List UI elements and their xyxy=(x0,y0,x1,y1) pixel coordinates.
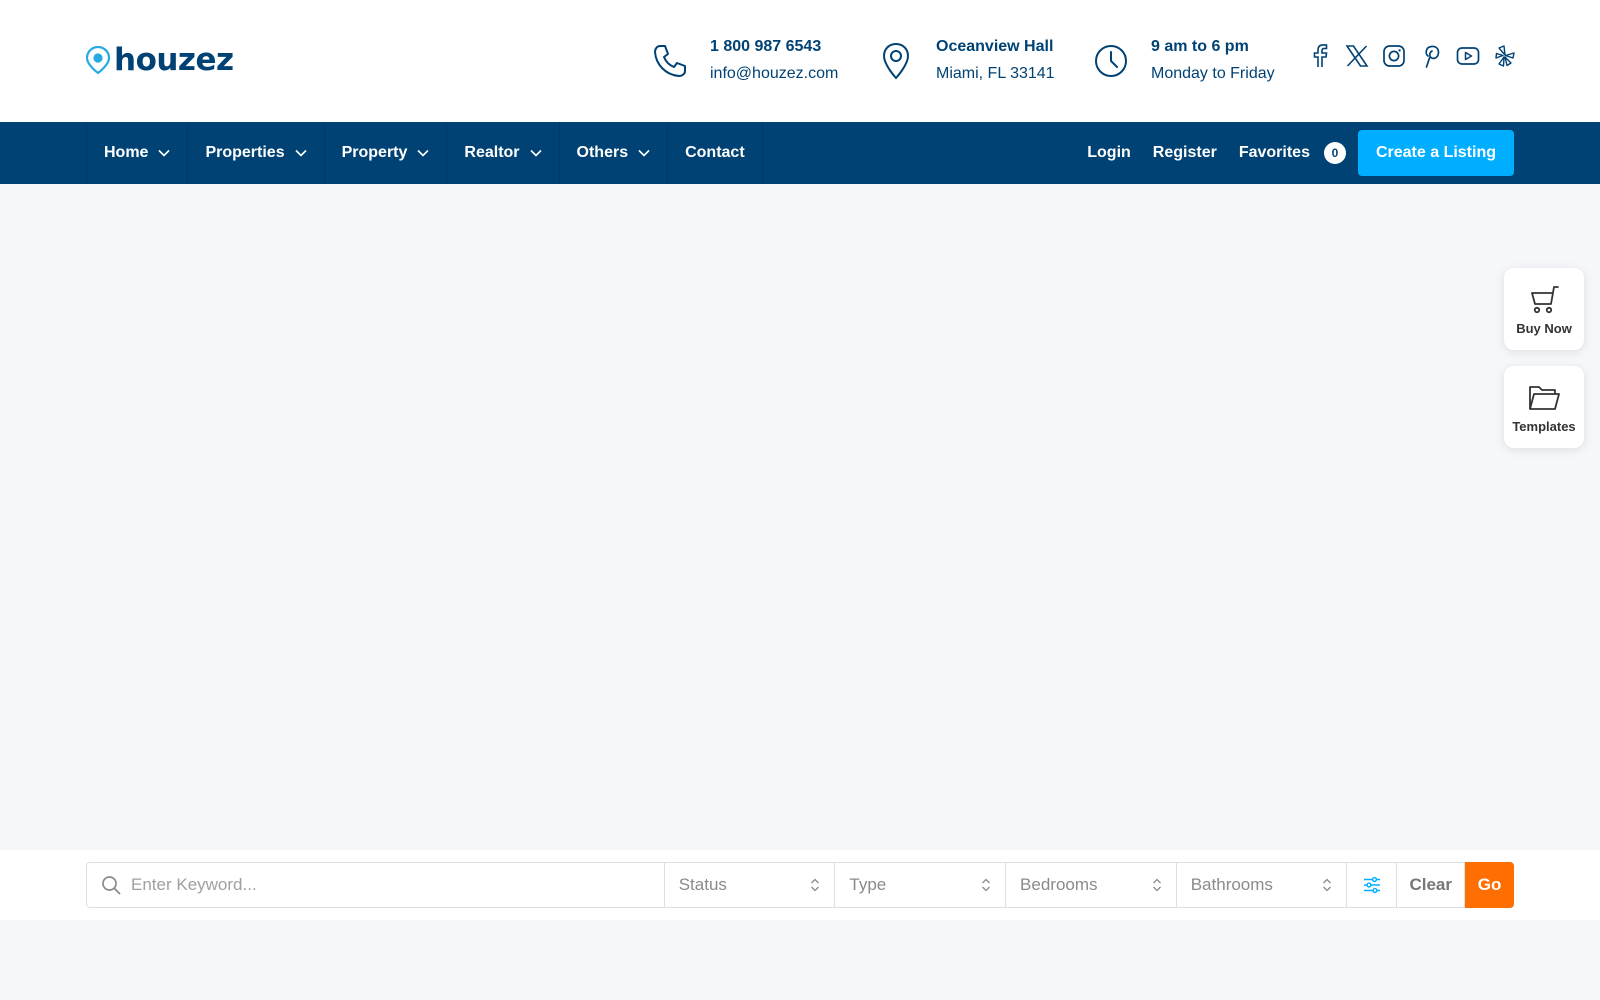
favorites-link[interactable]: Favorites 0 xyxy=(1239,142,1346,164)
phone-icon xyxy=(650,41,690,81)
nav-item-realtor[interactable]: Realtor xyxy=(446,122,558,184)
address-line2: Miami, FL 33141 xyxy=(936,65,1055,82)
yelp-icon[interactable] xyxy=(1493,44,1517,68)
favorites-label: Favorites xyxy=(1238,144,1310,161)
chevron-down-icon xyxy=(638,149,650,157)
register-link[interactable]: Register xyxy=(1153,144,1217,162)
search-icon xyxy=(102,876,121,895)
top-header: houzez 1 800 987 6543 info@houzez.com Oc… xyxy=(0,0,1600,122)
type-select-label: Type xyxy=(849,875,887,894)
bedrooms-select[interactable]: Bedrooms xyxy=(1006,862,1177,908)
clear-button[interactable]: Clear xyxy=(1397,862,1466,908)
nav-item-label: Properties xyxy=(205,144,285,161)
logo-text: houzez xyxy=(114,42,234,78)
main-nav: Home Properties Property Realtor Others … xyxy=(0,122,1600,184)
templates-button[interactable]: Templates xyxy=(1504,366,1584,448)
buy-now-label: Buy Now xyxy=(1516,320,1572,336)
clock-icon xyxy=(1091,41,1131,81)
chevron-down-icon xyxy=(158,149,171,157)
hours-info: 9 am to 6 pm Monday to Friday xyxy=(1091,34,1275,88)
nav-item-home[interactable]: Home xyxy=(86,122,187,184)
facebook-icon[interactable] xyxy=(1308,44,1332,68)
login-link[interactable]: Login xyxy=(1087,144,1131,162)
nav-item-properties[interactable]: Properties xyxy=(187,122,323,184)
folder-icon xyxy=(1529,385,1560,410)
nav-item-others[interactable]: Others xyxy=(558,122,668,184)
x-twitter-icon[interactable] xyxy=(1345,44,1369,68)
select-arrows-icon xyxy=(1323,878,1332,892)
nav-item-contact[interactable]: Contact xyxy=(667,122,763,184)
logo-pin-icon xyxy=(86,46,110,74)
hours-line2: Monday to Friday xyxy=(1151,65,1275,82)
youtube-icon[interactable] xyxy=(1456,44,1480,68)
search-form: Status Type Bedrooms Bathrooms Clear Go xyxy=(86,862,1515,908)
address-info: Oceanview Hall Miami, FL 33141 xyxy=(876,34,1055,88)
buy-now-button[interactable]: Buy Now xyxy=(1504,268,1584,350)
go-button[interactable]: Go xyxy=(1465,862,1515,908)
nav-item-property[interactable]: Property xyxy=(323,122,447,184)
keyword-field[interactable] xyxy=(86,862,665,908)
select-arrows-icon xyxy=(982,878,991,892)
map-pin-icon xyxy=(876,41,916,81)
favorites-count-badge: 0 xyxy=(1323,142,1346,164)
keyword-input[interactable] xyxy=(131,875,631,895)
type-select[interactable]: Type xyxy=(835,862,1007,908)
instagram-icon[interactable] xyxy=(1382,44,1406,68)
create-listing-button[interactable]: Create a Listing xyxy=(1357,130,1514,176)
templates-label: Templates xyxy=(1512,418,1576,434)
nav-item-label: Property xyxy=(341,144,408,161)
nav-item-label: Others xyxy=(576,144,629,161)
phone-info: 1 800 987 6543 info@houzez.com xyxy=(650,34,838,88)
sliders-icon xyxy=(1363,876,1380,894)
nav-menu: Home Properties Property Realtor Others … xyxy=(86,122,763,184)
phone-number[interactable]: 1 800 987 6543 xyxy=(710,34,838,60)
nav-item-label: Realtor xyxy=(464,144,520,161)
logo[interactable]: houzez xyxy=(86,42,234,78)
search-bar: Status Type Bedrooms Bathrooms Clear Go xyxy=(0,850,1600,920)
social-links xyxy=(1308,44,1530,68)
status-select-label: Status xyxy=(678,875,727,894)
bedrooms-select-label: Bedrooms xyxy=(1020,875,1098,894)
cart-icon xyxy=(1531,285,1559,313)
chevron-down-icon xyxy=(295,149,307,157)
bathrooms-select-label: Bathrooms xyxy=(1190,875,1273,894)
status-select[interactable]: Status xyxy=(664,862,836,908)
nav-item-label: Contact xyxy=(685,144,745,161)
address-line1: Oceanview Hall xyxy=(936,38,1054,55)
advanced-filters-button[interactable] xyxy=(1347,862,1398,908)
chevron-down-icon xyxy=(417,149,429,157)
email-address[interactable]: info@houzez.com xyxy=(710,60,838,88)
nav-item-label: Home xyxy=(104,144,149,161)
pinterest-icon[interactable] xyxy=(1419,44,1443,68)
hours-line1: 9 am to 6 pm xyxy=(1151,38,1249,55)
chevron-down-icon xyxy=(529,149,542,157)
bathrooms-select[interactable]: Bathrooms xyxy=(1176,862,1348,908)
nav-actions: Login Register Favorites 0 Create a List… xyxy=(1087,122,1514,184)
select-arrows-icon xyxy=(1152,878,1161,892)
select-arrows-icon xyxy=(811,878,820,892)
